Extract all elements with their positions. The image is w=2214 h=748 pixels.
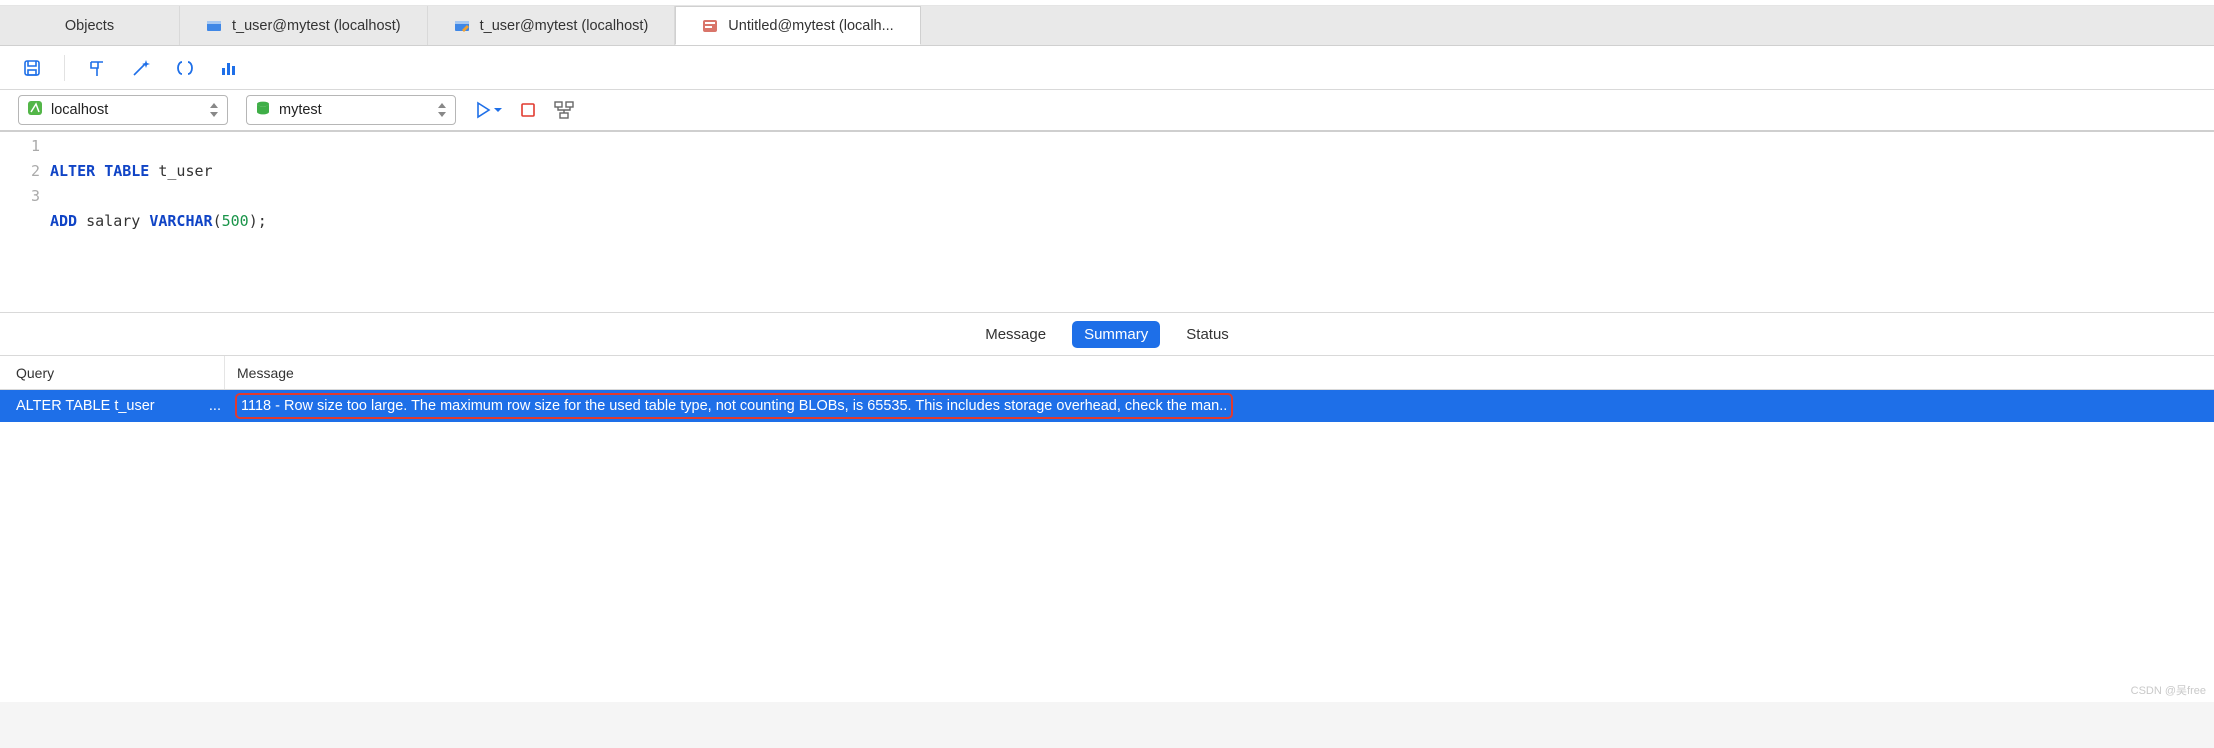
run-button[interactable] [474, 101, 502, 119]
error-message-highlight: 1118 - Row size too large. The maximum r… [235, 393, 1233, 419]
chevron-updown-icon [437, 103, 447, 117]
sql-identifier: salary [86, 212, 140, 230]
database-value: mytest [279, 102, 322, 118]
connection-icon [27, 100, 43, 120]
result-tab-summary[interactable]: Summary [1072, 321, 1160, 348]
result-tab-bar: Message Summary Status [0, 312, 2214, 356]
result-query-text: ALTER TABLE t_user [16, 398, 155, 414]
result-query-cell: ALTER TABLE t_user ... [0, 398, 225, 414]
result-header: Query Message [0, 356, 2214, 390]
line-gutter: 1 2 3 [0, 132, 50, 312]
database-icon [255, 100, 271, 120]
line-number: 2 [0, 159, 40, 184]
connection-bar: localhost mytest [0, 90, 2214, 132]
connection-dropdown[interactable]: localhost [18, 95, 228, 125]
chevron-down-icon [494, 106, 502, 114]
chart-button[interactable] [217, 56, 241, 80]
sql-type: VARCHAR [149, 212, 212, 230]
connection-value: localhost [51, 102, 108, 118]
toolbar-separator [64, 55, 65, 81]
sql-keyword: ALTER [50, 162, 95, 180]
table-edit-icon [454, 18, 470, 34]
result-row[interactable]: ALTER TABLE t_user ... 1118 - Row size t… [0, 390, 2214, 422]
blank-area: CSDN @吴free [0, 422, 2214, 702]
beautify-button[interactable] [129, 56, 153, 80]
sql-punct: ); [249, 212, 267, 230]
sql-punct: ( [213, 212, 222, 230]
sql-editor[interactable]: 1 2 3 ALTER TABLE t_user ADD salary VARC… [0, 132, 2214, 312]
sql-keyword: ADD [50, 212, 77, 230]
watermark: CSDN @吴free [2131, 682, 2206, 698]
tab-untitled-query[interactable]: Untitled@mytest (localh... [675, 6, 920, 45]
sql-identifier: t_user [158, 162, 212, 180]
column-query[interactable]: Query [0, 356, 225, 389]
result-tab-message[interactable]: Message [973, 321, 1058, 348]
result-message-cell: 1118 - Row size too large. The maximum r… [225, 393, 2214, 419]
save-button[interactable] [20, 56, 44, 80]
database-dropdown[interactable]: mytest [246, 95, 456, 125]
chevron-updown-icon [209, 103, 219, 117]
tab-label: Untitled@mytest (localh... [728, 18, 893, 34]
stop-button[interactable] [520, 102, 536, 118]
tab-objects[interactable]: Objects [0, 6, 180, 45]
code-snippet-button[interactable] [173, 56, 197, 80]
ellipsis: ... [209, 398, 225, 414]
tab-label: t_user@mytest (localhost) [480, 18, 649, 34]
format-button[interactable] [85, 56, 109, 80]
sql-code[interactable]: ALTER TABLE t_user ADD salary VARCHAR(50… [50, 132, 267, 312]
tab-label: t_user@mytest (localhost) [232, 18, 401, 34]
query-icon [702, 18, 718, 34]
result-tab-status[interactable]: Status [1174, 321, 1241, 348]
line-number: 1 [0, 134, 40, 159]
tab-bar: Objects t_user@mytest (localhost) t_user… [0, 6, 2214, 46]
sql-keyword: TABLE [104, 162, 149, 180]
sql-number: 500 [222, 212, 249, 230]
tab-tuser-2[interactable]: t_user@mytest (localhost) [428, 6, 676, 45]
line-number: 3 [0, 184, 40, 209]
tab-tuser-1[interactable]: t_user@mytest (localhost) [180, 6, 428, 45]
table-icon [206, 18, 222, 34]
explain-button[interactable] [554, 101, 574, 119]
error-message-text: 1118 - Row size too large. The maximum r… [241, 398, 1227, 414]
editor-toolbar [0, 46, 2214, 90]
column-message[interactable]: Message [225, 365, 2214, 381]
tab-label: Objects [65, 18, 114, 34]
